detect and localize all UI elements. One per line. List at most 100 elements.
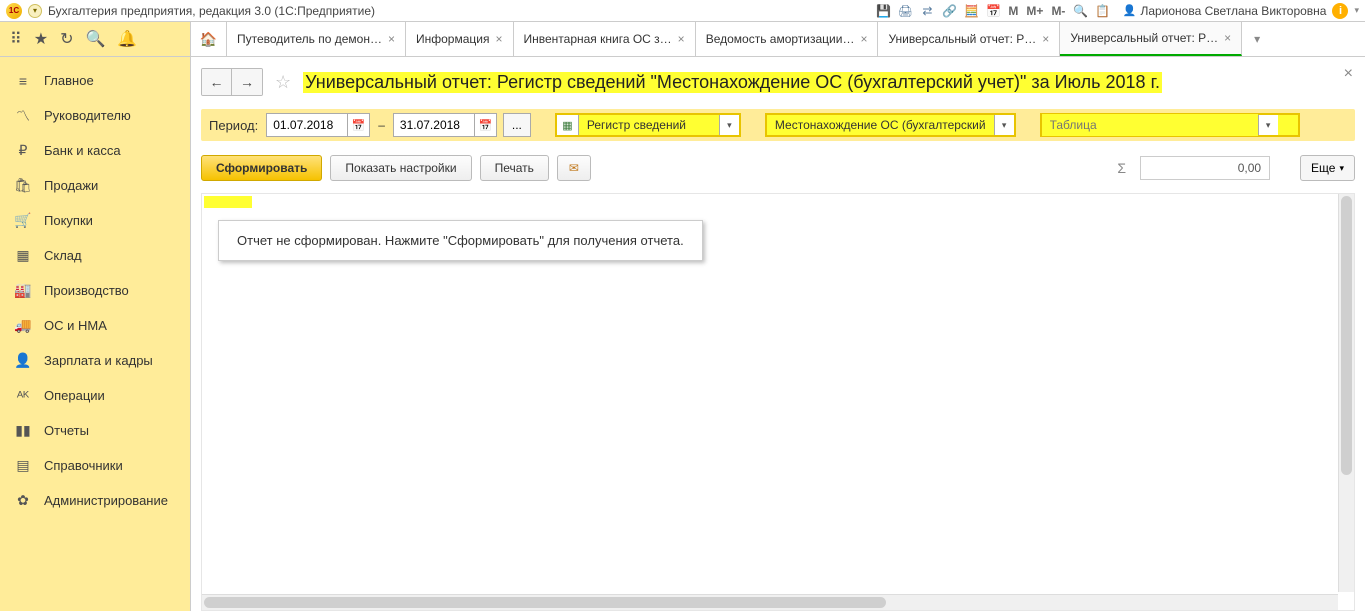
sidebar-item-salary[interactable]: 👤 Зарплата и кадры xyxy=(0,343,190,378)
tab-info[interactable]: Информация × xyxy=(406,22,514,56)
sidebar-item-label: Администрирование xyxy=(44,493,168,508)
link-icon[interactable]: 🔗 xyxy=(941,3,957,19)
tab-inventory-book[interactable]: Инвентарная книга ОС з… × xyxy=(514,22,696,56)
compare-icon[interactable]: ⇄ xyxy=(919,3,935,19)
tab-label: Универсальный отчет: Р… xyxy=(888,32,1036,46)
favorite-toggle-icon[interactable]: ☆ xyxy=(275,72,291,93)
home-tab[interactable]: 🏠 xyxy=(191,22,227,56)
app-menu-dropdown-icon[interactable]: ▾ xyxy=(28,4,42,18)
generate-button[interactable]: Сформировать xyxy=(201,155,322,181)
sidebar-item-label: Склад xyxy=(44,248,82,263)
table-combo[interactable]: ▾ xyxy=(1040,113,1300,137)
history-icon[interactable]: ↻ xyxy=(60,29,73,49)
calendar-icon[interactable]: 📅 xyxy=(347,114,369,136)
user-icon: 👤 xyxy=(1122,4,1136,18)
vertical-scrollbar[interactable] xyxy=(1338,194,1354,592)
clipboard-icon[interactable]: 📋 xyxy=(1094,3,1110,19)
date-to-input[interactable] xyxy=(394,114,474,136)
tab-guide[interactable]: Путеводитель по демон… × xyxy=(227,22,406,56)
favorite-star-icon[interactable]: ★ xyxy=(34,29,48,49)
tab-label: Универсальный отчет: Р… xyxy=(1070,31,1218,45)
close-icon[interactable]: × xyxy=(1224,31,1231,45)
sigma-icon: Σ xyxy=(1111,160,1132,176)
sidebar-item-operations[interactable]: ᴬᴷОперации xyxy=(0,378,190,413)
app-logo-icon: 1C xyxy=(6,3,22,19)
scrollbar-thumb[interactable] xyxy=(204,597,886,608)
date-from-field[interactable]: 📅 xyxy=(266,113,370,137)
sidebar-item-label: Зарплата и кадры xyxy=(44,353,153,368)
calendar-icon[interactable]: 📅 xyxy=(985,3,1001,19)
close-icon[interactable]: × xyxy=(495,32,502,46)
tab-universal-report-1[interactable]: Универсальный отчет: Р… × xyxy=(878,22,1060,56)
table-input[interactable] xyxy=(1042,114,1258,136)
close-icon[interactable]: × xyxy=(1042,32,1049,46)
sidebar-item-bank[interactable]: ₽Банк и касса xyxy=(0,133,190,168)
person-icon: 👤 xyxy=(14,352,32,369)
sidebar-item-assets[interactable]: 🚚ОС и НМА xyxy=(0,308,190,343)
sum-field[interactable] xyxy=(1140,156,1270,180)
sidebar-item-label: Главное xyxy=(44,73,94,88)
sidebar-item-label: Банк и касса xyxy=(44,143,121,158)
print-icon[interactable]: 🖨 xyxy=(897,3,913,19)
sidebar-item-sales[interactable]: 🛍Продажи xyxy=(0,168,190,203)
scrollbar-thumb[interactable] xyxy=(1341,196,1352,475)
memory-m-button[interactable]: M xyxy=(1007,4,1019,18)
more-button[interactable]: Еще ▾ xyxy=(1300,155,1355,181)
info-icon[interactable]: i xyxy=(1332,3,1348,19)
close-icon[interactable]: × xyxy=(860,32,867,46)
sidebar-item-label: Справочники xyxy=(44,458,123,473)
zoom-icon[interactable]: 🔍 xyxy=(1072,3,1088,19)
bell-icon[interactable]: 🔔 xyxy=(117,29,137,49)
memory-m-minus-button[interactable]: M- xyxy=(1050,4,1066,18)
date-from-input[interactable] xyxy=(267,114,347,136)
sidebar-item-warehouse[interactable]: ▦Склад xyxy=(0,238,190,273)
date-to-field[interactable]: 📅 xyxy=(393,113,497,137)
cart-icon: 🛒 xyxy=(14,212,32,229)
quick-icons: ⠿ ★ ↻ 🔍 🔔 xyxy=(0,22,190,56)
chart-icon: 〽 xyxy=(14,106,32,126)
tab-universal-report-2[interactable]: Универсальный отчет: Р… × xyxy=(1060,22,1242,56)
bars-icon: ▮▮ xyxy=(14,422,32,439)
title-dropdown-icon[interactable]: ▾ xyxy=(1354,5,1359,16)
table-icon: ▦ xyxy=(557,115,579,135)
tab-overflow-dropdown-icon[interactable]: ▾ xyxy=(1242,22,1272,56)
nav-arrows: ← → xyxy=(201,68,263,96)
page-close-icon[interactable]: × xyxy=(1344,65,1353,83)
sidebar-item-main[interactable]: ≡Главное xyxy=(0,63,190,98)
horizontal-scrollbar[interactable] xyxy=(202,594,1338,610)
sidebar-item-label: ОС и НМА xyxy=(44,318,107,333)
user-block[interactable]: 👤 Ларионова Светлана Викторовна xyxy=(1116,4,1326,18)
forward-button[interactable]: → xyxy=(232,69,262,95)
calendar-icon[interactable]: 📅 xyxy=(474,114,496,136)
sidebar-item-admin[interactable]: ✿Администрирование xyxy=(0,483,190,518)
sidebar-item-reports[interactable]: ▮▮Отчеты xyxy=(0,413,190,448)
close-icon[interactable]: × xyxy=(678,32,685,46)
action-bar: Сформировать Показать настройки Печать ✉… xyxy=(201,153,1355,183)
calculator-icon[interactable]: 🧮 xyxy=(963,3,979,19)
chevron-down-icon[interactable]: ▾ xyxy=(994,115,1014,135)
back-button[interactable]: ← xyxy=(202,69,232,95)
sidebar-item-catalogs[interactable]: ▤ Справочники xyxy=(0,448,190,483)
show-settings-button[interactable]: Показать настройки xyxy=(330,155,471,181)
registry-type-combo[interactable]: ▦ Регистр сведений ▾ xyxy=(555,113,741,137)
close-icon[interactable]: × xyxy=(388,32,395,46)
sidebar-item-label: Руководителю xyxy=(44,108,131,123)
sidebar-item-manager[interactable]: 〽 Руководителю xyxy=(0,98,190,133)
period-picker-button[interactable]: ... xyxy=(503,113,531,137)
sidebar-item-production[interactable]: 🏭Производство xyxy=(0,273,190,308)
bag-icon: 🛍 xyxy=(14,177,32,194)
tab-amortization[interactable]: Ведомость амортизации… × xyxy=(696,22,879,56)
chevron-down-icon[interactable]: ▾ xyxy=(1258,115,1278,135)
email-button[interactable]: ✉ xyxy=(557,155,591,181)
search-icon[interactable]: 🔍 xyxy=(85,29,105,49)
page-title: Универсальный отчет: Регистр сведений "М… xyxy=(303,72,1162,93)
print-button[interactable]: Печать xyxy=(480,155,549,181)
book-icon: ▤ xyxy=(14,457,32,474)
save-icon[interactable]: 💾 xyxy=(875,3,891,19)
period-label: Период: xyxy=(207,118,260,133)
apps-grid-icon[interactable]: ⠿ xyxy=(10,29,22,49)
memory-m-plus-button[interactable]: M+ xyxy=(1025,4,1044,18)
registry-name-combo[interactable]: Местонахождение ОС (бухгалтерский ▾ xyxy=(765,113,1016,137)
sidebar-item-purchases[interactable]: 🛒Покупки xyxy=(0,203,190,238)
chevron-down-icon[interactable]: ▾ xyxy=(719,115,739,135)
